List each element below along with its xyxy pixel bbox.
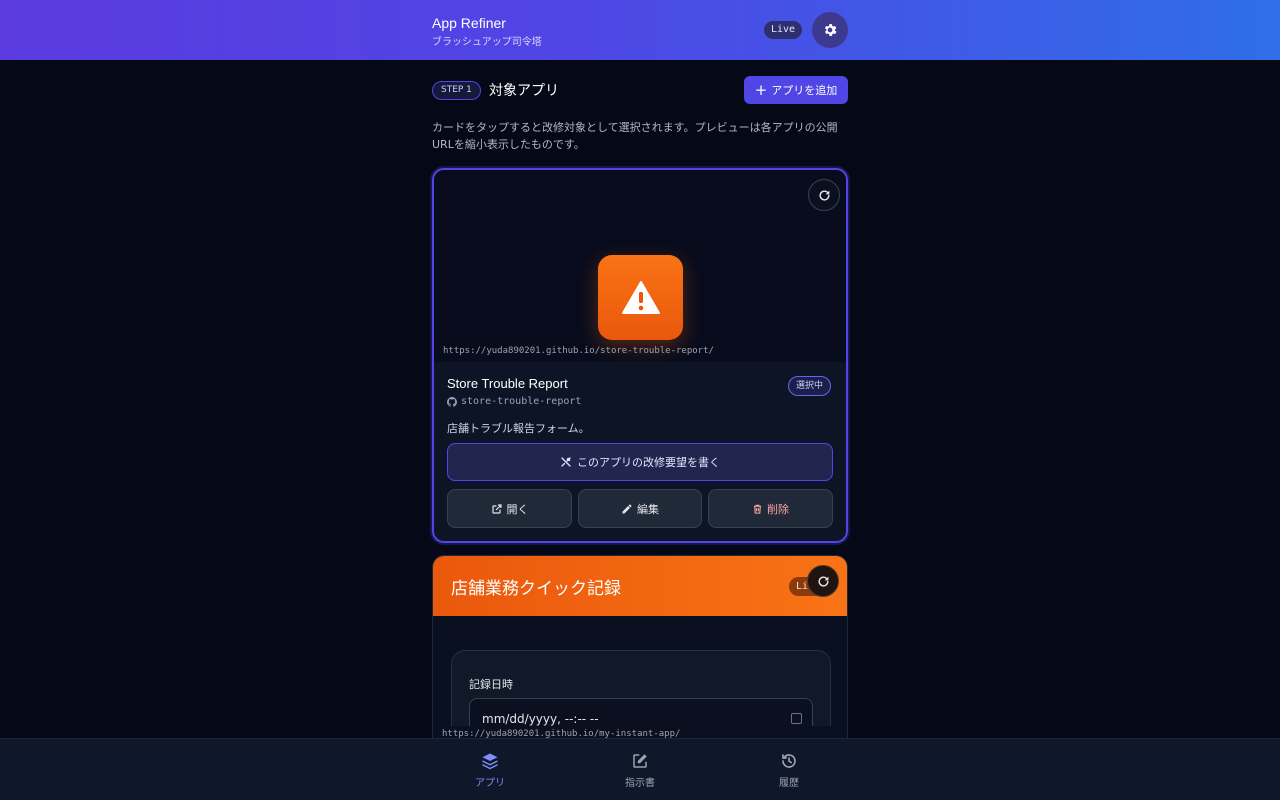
app-preview-header: 店舗業務クイック記録 Li <box>433 556 847 616</box>
repo-link[interactable]: store-trouble-report <box>447 396 581 407</box>
section-title: 対象アプリ <box>489 83 559 99</box>
layers-icon <box>482 753 498 769</box>
delete-label: 削除 <box>767 502 789 516</box>
delete-button[interactable]: 削除 <box>708 489 833 528</box>
warning-icon <box>621 280 660 314</box>
preview-url: https://yuda890201.github.io/store-troub… <box>443 346 714 356</box>
refresh-preview-button[interactable] <box>808 179 840 211</box>
gear-icon <box>824 24 837 36</box>
trash-icon <box>753 504 762 514</box>
app-card[interactable]: 店舗業務クイック記録 Li 記録日時 mm/dd/yyyy, --:-- -- … <box>432 555 848 755</box>
write-request-label: このアプリの改修要望を書く <box>577 456 720 469</box>
calendar-icon <box>791 713 802 724</box>
edit-button[interactable]: 編集 <box>578 489 702 528</box>
edit-label: 編集 <box>637 502 659 516</box>
form-label: 記録日時 <box>469 678 513 691</box>
nav-tab-apps[interactable]: アプリ <box>430 739 550 800</box>
add-app-button[interactable]: + アプリを追加 <box>744 76 848 104</box>
app-description: 店舗トラブル報告フォーム。 <box>447 422 590 435</box>
app-icon <box>598 255 683 340</box>
nav-tab-history[interactable]: 履歴 <box>729 739 849 800</box>
open-label: 開く <box>506 502 529 516</box>
refresh-preview-button[interactable] <box>807 565 839 597</box>
live-badge: Live <box>764 21 803 39</box>
section-description: カードをタップすると改修対象として選択されます。プレビューは各アプリの公開URL… <box>432 121 838 151</box>
history-icon <box>782 753 796 768</box>
refresh-icon <box>817 575 829 587</box>
app-preview: https://yuda890201.github.io/store-troub… <box>434 170 846 362</box>
nav-label-apps: アプリ <box>475 777 505 789</box>
nav-tab-instructions[interactable]: 指示書 <box>580 739 700 800</box>
github-icon <box>447 396 457 407</box>
external-link-icon <box>491 503 502 514</box>
app-title: App Refiner <box>432 15 506 31</box>
write-request-button[interactable]: このアプリの改修要望を書く <box>447 443 833 481</box>
step-badge: STEP 1 <box>432 81 481 100</box>
app-card-selected[interactable]: https://yuda890201.github.io/store-troub… <box>432 168 848 543</box>
pencil-icon <box>622 504 632 513</box>
edit-icon <box>633 753 647 768</box>
preview-app-title: 店舗業務クイック記録 <box>451 579 621 599</box>
app-subtitle: ブラッシュアップ司令塔 <box>432 37 542 48</box>
settings-button[interactable] <box>812 12 848 48</box>
datetime-placeholder: mm/dd/yyyy, --:-- -- <box>482 712 599 726</box>
open-button[interactable]: 開く <box>447 489 572 528</box>
app-name: Store Trouble Report <box>447 376 568 391</box>
add-app-label: アプリを追加 <box>771 84 838 97</box>
app-header: App Refiner ブラッシュアップ司令塔 Live <box>0 0 1280 60</box>
refresh-icon <box>818 189 830 201</box>
nav-label-instructions: 指示書 <box>625 777 655 789</box>
bottom-nav: アプリ 指示書 履歴 <box>0 738 1280 800</box>
nav-label-history: 履歴 <box>779 777 799 789</box>
selected-badge: 選択中 <box>788 376 832 396</box>
repo-name: store-trouble-report <box>461 396 582 407</box>
tools-icon <box>561 457 571 467</box>
plus-icon: + <box>754 80 768 99</box>
